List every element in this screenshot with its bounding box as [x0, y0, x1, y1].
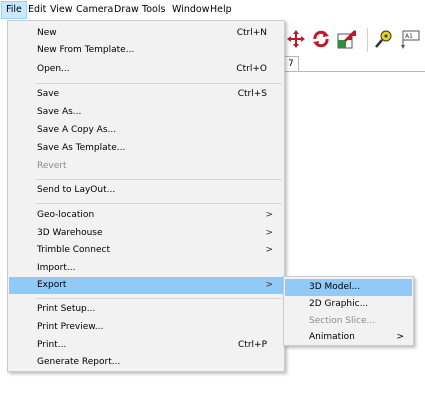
menu-item-label: Import... — [37, 263, 76, 273]
menu-item-trimble-connect[interactable]: Trimble Connect > — [9, 242, 283, 259]
toolbar: A1 — [283, 22, 425, 58]
menu-item-print-setup[interactable]: Print Setup... — [9, 301, 283, 318]
menu-item-label: Send to LayOut... — [37, 185, 116, 195]
menu-item-shortcut: Ctrl+S — [237, 89, 267, 99]
menu-item-label: Save — [37, 89, 60, 99]
menu-item-send-to-layout[interactable]: Send to LayOut... — [9, 182, 283, 199]
menu-item-label: Print Preview... — [37, 322, 104, 332]
submenu-item-label: Animation — [309, 332, 355, 342]
menu-help[interactable]: Help — [206, 1, 236, 19]
menu-item-print-preview[interactable]: Print Preview... — [9, 319, 283, 336]
menu-item-label: Open... — [37, 64, 70, 74]
chevron-right-icon: > — [265, 210, 273, 220]
submenu-item-3d-model[interactable]: 3D Model... — [285, 279, 412, 296]
text-label-icon-text: A1 — [405, 33, 413, 40]
menu-item-label: Save As Template... — [37, 143, 126, 153]
menu-separator — [36, 203, 282, 204]
menu-item-revert: Revert — [9, 158, 283, 175]
menu-item-label: Save A Copy As... — [37, 125, 117, 135]
scale-icon[interactable] — [336, 28, 358, 50]
menu-item-save[interactable]: Save Ctrl+S — [9, 86, 283, 103]
submenu-item-animation[interactable]: Animation > — [285, 329, 412, 346]
rotate-icon[interactable] — [310, 28, 332, 50]
submenu-item-label: Section Slice... — [309, 316, 376, 326]
scene-tabs: 7 — [283, 56, 425, 72]
menu-item-generate-report[interactable]: Generate Report... — [9, 354, 283, 371]
menu-item-label: Save As... — [37, 107, 82, 117]
menu-item-label: Generate Report... — [37, 357, 121, 367]
menu-item-shortcut: Ctrl+O — [236, 64, 267, 74]
text-label-icon[interactable]: A1 — [399, 28, 421, 50]
submenu-item-label: 3D Model... — [309, 282, 361, 292]
menu-item-print[interactable]: Print... Ctrl+P — [9, 337, 283, 354]
toolbar-separator — [367, 28, 368, 52]
scene-tab[interactable]: 7 — [283, 56, 299, 71]
chevron-right-icon: > — [265, 228, 273, 238]
chevron-right-icon: > — [265, 245, 273, 255]
menu-item-label: Print... — [37, 340, 67, 350]
menu-item-shortcut: Ctrl+P — [238, 340, 267, 350]
menu-item-label: 3D Warehouse — [37, 228, 103, 238]
chevron-right-icon: > — [396, 332, 404, 342]
move-icon[interactable] — [285, 28, 307, 50]
menu-item-new[interactable]: New Ctrl+N — [9, 25, 283, 42]
menu-item-label: Geo-location — [37, 210, 95, 220]
export-submenu: 3D Model... 2D Graphic... Section Slice.… — [283, 276, 414, 346]
menu-separator — [36, 298, 282, 299]
menu-item-label: New From Template... — [37, 45, 135, 55]
menu-separator — [36, 179, 282, 180]
menu-item-open[interactable]: Open... Ctrl+O — [9, 61, 283, 78]
tape-measure-icon[interactable] — [373, 28, 395, 50]
menu-item-label: Print Setup... — [37, 304, 96, 314]
menu-tools[interactable]: Tools — [138, 1, 169, 19]
menu-item-label: Export — [37, 280, 67, 290]
menu-item-label: Trimble Connect — [37, 245, 110, 255]
submenu-item-section-slice: Section Slice... — [285, 313, 412, 330]
file-menu: New Ctrl+N New From Template... Open... … — [7, 20, 285, 372]
menu-separator — [36, 83, 282, 84]
menu-item-label: Revert — [37, 161, 67, 171]
menu-item-new-from-template[interactable]: New From Template... — [9, 42, 283, 59]
submenu-item-label: 2D Graphic... — [309, 299, 369, 309]
menu-item-export[interactable]: Export > — [9, 277, 283, 294]
chevron-right-icon: > — [265, 280, 273, 290]
menu-item-save-as-template[interactable]: Save As Template... — [9, 140, 283, 157]
menu-item-save-copy-as[interactable]: Save A Copy As... — [9, 122, 283, 139]
menu-item-3d-warehouse[interactable]: 3D Warehouse > — [9, 225, 283, 242]
menu-item-geo-location[interactable]: Geo-location > — [9, 207, 283, 224]
submenu-item-2d-graphic[interactable]: 2D Graphic... — [285, 296, 412, 313]
menu-item-shortcut: Ctrl+N — [236, 28, 267, 38]
menu-bar: File Edit View Camera Draw Tools Window … — [0, 0, 425, 20]
menu-item-save-as[interactable]: Save As... — [9, 104, 283, 121]
menu-item-import[interactable]: Import... — [9, 260, 283, 277]
menu-item-label: New — [37, 28, 57, 38]
